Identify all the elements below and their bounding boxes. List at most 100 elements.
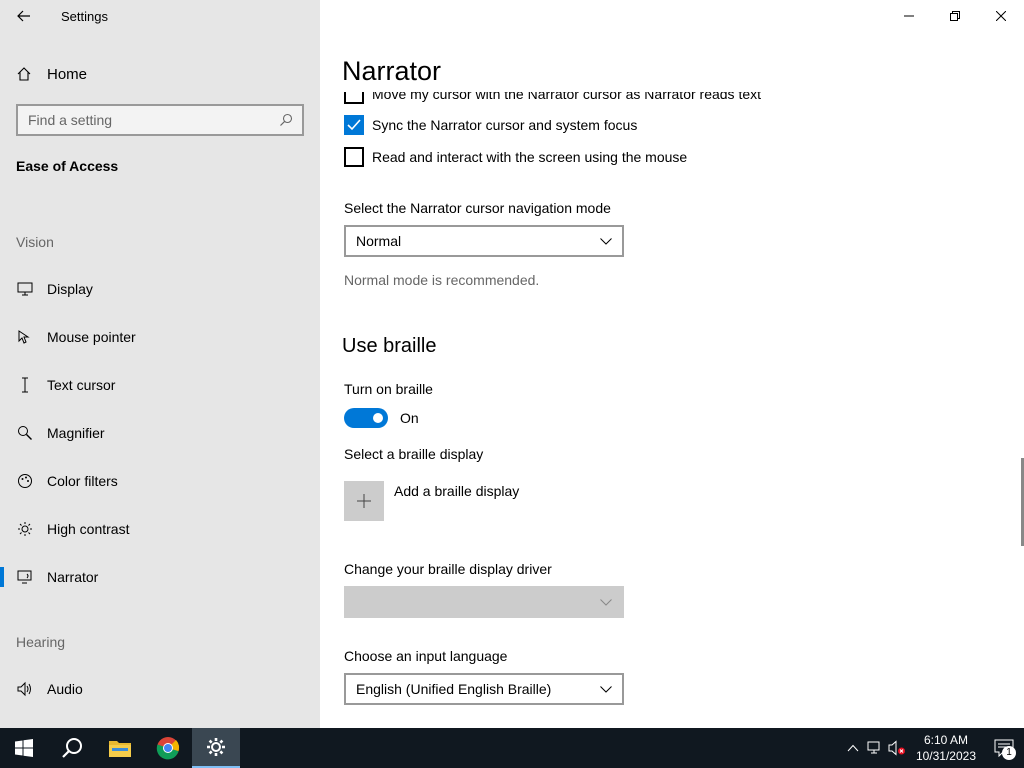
nav-home[interactable]: Home	[16, 62, 87, 86]
volume-muted-icon	[888, 740, 905, 756]
start-icon	[15, 739, 33, 757]
close-icon	[996, 11, 1006, 21]
volume-button[interactable]	[886, 728, 908, 768]
add-display-label: Add a braille display	[394, 483, 520, 499]
checkbox-box[interactable]	[344, 147, 364, 167]
app-title: Settings	[61, 9, 108, 24]
checkbox-box[interactable]	[344, 92, 364, 104]
close-button[interactable]	[978, 0, 1024, 32]
settings-taskbar-button[interactable]	[192, 728, 240, 768]
narrator-icon	[16, 568, 34, 586]
settings-icon	[207, 738, 225, 756]
add-braille-display-button[interactable]: Add a braille display	[344, 481, 519, 521]
clock-time: 6:10 AM	[923, 733, 968, 747]
high-contrast-icon	[16, 520, 34, 538]
sidebar-item-label: High contrast	[47, 521, 130, 537]
sidebar-item-audio[interactable]: Audio	[0, 669, 320, 709]
system-tray: 6:10 AM 10/31/2023 1	[842, 728, 1024, 768]
toggle-state: On	[400, 410, 419, 426]
sidebar-item-label: Magnifier	[47, 425, 105, 441]
sidebar-item-text-cursor[interactable]: Text cursor	[0, 365, 320, 405]
audio-icon	[16, 680, 34, 698]
nav-mode-label: Select the Narrator cursor navigation mo…	[344, 200, 611, 216]
braille-toggle[interactable]: On	[344, 408, 419, 428]
color-filters-icon	[16, 472, 34, 490]
chevron-down-icon	[600, 685, 612, 693]
braille-toggle-label: Turn on braille	[344, 381, 433, 397]
chevron-up-icon	[847, 744, 859, 752]
window-controls	[886, 0, 1024, 32]
checkbox-label: Move my cursor with the Narrator cursor …	[372, 86, 762, 102]
clock-date: 10/31/2023	[915, 749, 976, 763]
sidebar-item-label: Display	[47, 281, 93, 297]
vision-header: Vision	[16, 234, 54, 250]
checkbox-box[interactable]	[344, 115, 364, 135]
search-box[interactable]	[16, 104, 304, 136]
sidebar-item-label: Narrator	[47, 569, 99, 585]
sidebar-item-label: Mouse pointer	[47, 329, 136, 345]
toggle-switch[interactable]	[344, 408, 388, 428]
sidebar-item-high-contrast[interactable]: High contrast	[0, 509, 320, 549]
search-icon[interactable]	[274, 113, 298, 127]
network-button[interactable]	[864, 728, 886, 768]
nav-mode-value: Normal	[356, 233, 402, 249]
restore-icon	[950, 11, 960, 21]
notification-badge: 1	[1002, 746, 1016, 760]
sidebar: Settings Home Ease of Access Vision Disp…	[0, 0, 320, 728]
nav-home-label: Home	[47, 65, 88, 83]
chrome-button[interactable]	[144, 728, 192, 768]
driver-label: Change your braille display driver	[344, 561, 552, 577]
minimize-icon	[904, 15, 914, 17]
page-title: Narrator	[342, 56, 442, 86]
display-icon	[16, 280, 34, 298]
checkbox-mouse-read[interactable]: Read and interact with the screen using …	[344, 147, 687, 167]
taskbar: 6:10 AM 10/31/2023 1	[0, 728, 1024, 768]
minimize-button[interactable]	[886, 0, 932, 32]
sidebar-item-label: Color filters	[47, 473, 118, 489]
checkbox-sync-focus[interactable]: Sync the Narrator cursor and system focu…	[344, 115, 637, 135]
nav-mode-hint: Normal mode is recommended.	[344, 272, 540, 288]
driver-dropdown[interactable]	[344, 586, 624, 618]
select-display-label: Select a braille display	[344, 446, 484, 462]
mouse-pointer-icon	[16, 328, 34, 346]
back-button[interactable]	[12, 4, 36, 28]
input-language-value: English (Unified English Braille)	[356, 681, 552, 697]
restore-button[interactable]	[932, 0, 978, 32]
sidebar-item-color-filters[interactable]: Color filters	[0, 461, 320, 501]
checkbox-move-cursor[interactable]: Move my cursor with the Narrator cursor …	[344, 86, 762, 104]
sidebar-item-mouse-pointer[interactable]: Mouse pointer	[0, 317, 320, 357]
braille-heading: Use braille	[342, 335, 437, 357]
back-arrow-icon	[17, 10, 30, 22]
search-icon	[62, 738, 82, 758]
nav-mode-dropdown[interactable]: Normal	[344, 225, 624, 257]
text-cursor-icon	[16, 376, 34, 394]
start-button[interactable]	[0, 728, 48, 768]
chevron-down-icon	[600, 598, 612, 606]
search-input[interactable]	[28, 112, 274, 128]
checkmark-icon	[347, 119, 361, 131]
file-explorer-icon	[109, 741, 131, 757]
sidebar-item-label: Audio	[47, 681, 83, 697]
magnifier-icon	[16, 424, 34, 442]
taskbar-search-button[interactable]	[48, 728, 96, 768]
sidebar-item-narrator[interactable]: Narrator	[0, 557, 320, 597]
checkbox-label: Sync the Narrator cursor and system focu…	[372, 117, 638, 133]
toggle-knob	[373, 413, 383, 423]
chevron-down-icon	[600, 237, 612, 245]
file-explorer-button[interactable]	[96, 728, 144, 768]
main-content: Narrator Move my cursor with the Narrato…	[320, 0, 1024, 728]
sidebar-item-label: Text cursor	[47, 377, 116, 393]
input-language-label: Choose an input language	[344, 648, 508, 664]
action-center-button[interactable]: 1	[984, 728, 1024, 768]
sidebar-item-magnifier[interactable]: Magnifier	[0, 413, 320, 453]
home-icon	[16, 66, 34, 82]
settings-window: Settings Home Ease of Access Vision Disp…	[0, 0, 1024, 728]
network-icon	[867, 741, 880, 754]
checkbox-label: Read and interact with the screen using …	[372, 149, 688, 165]
show-hidden-icons-button[interactable]	[842, 728, 864, 768]
clock[interactable]: 6:10 AM 10/31/2023	[908, 732, 984, 764]
hearing-header: Hearing	[16, 634, 66, 650]
input-language-dropdown[interactable]: English (Unified English Braille)	[344, 673, 624, 705]
plus-icon	[344, 481, 384, 521]
sidebar-item-display[interactable]: Display	[0, 269, 320, 309]
